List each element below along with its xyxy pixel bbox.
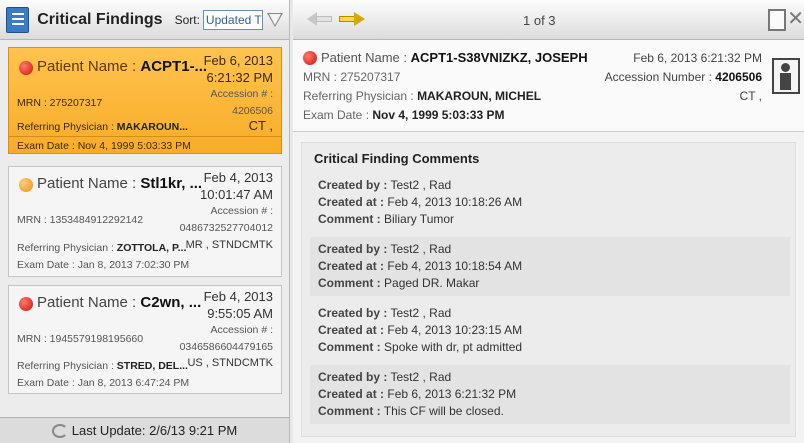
next-arrow-icon[interactable]: [339, 12, 365, 26]
card-modality: US , STNDCMTK: [187, 357, 273, 369]
comment-entry: Created by : Test2 , Rad Created at : Fe…: [310, 365, 790, 424]
comments-title: Critical Finding Comments: [314, 151, 480, 166]
card-datetime: Feb 6, 2013 6:21:32 PM Accession # : 420…: [204, 52, 273, 120]
comment-created-at: Created at : Feb 4, 2013 10:18:54 AM: [318, 259, 523, 273]
critical-status-icon: [19, 61, 33, 75]
card-time: 6:21:32 PM: [206, 70, 274, 85]
card-mrn: MRN : 275207317: [17, 97, 103, 109]
card-date: Feb 4, 2013: [203, 289, 273, 304]
card-datetime: Feb 4, 2013 10:01:47 AM Accession # : 04…: [180, 169, 273, 237]
card-mrn: MRN : 1945579198195660: [17, 333, 144, 345]
last-update-bar: Last Update: 2/6/13 9:21 PM: [0, 417, 289, 443]
card-time: 9:55:05 AM: [207, 306, 273, 321]
patient-accession: Accession Number : 4206506: [604, 70, 762, 84]
critical-status-icon: [19, 297, 33, 311]
comment-created-at: Created at : Feb 4, 2013 10:23:15 AM: [318, 323, 523, 337]
card-exam-date: Exam Date : Jan 8, 2013 6:47:24 PM: [17, 377, 190, 389]
card-patient-name: Patient Name : ACPT1-...: [37, 58, 208, 75]
critical-status-icon: [303, 51, 317, 65]
card-accession-label: Accession # :: [210, 205, 273, 217]
card-exam-date: Exam Date : Jan 8, 2013 7:02:30 PM: [17, 259, 190, 271]
comment-text: Comment : Paged DR. Makar: [318, 276, 480, 290]
card-time: 10:01:47 AM: [200, 187, 273, 202]
comment-entry: Created by : Test2 , Rad Created at : Fe…: [310, 301, 790, 360]
card-datetime: Feb 4, 2013 9:55:05 AM Accession # : 034…: [180, 288, 273, 356]
finding-card[interactable]: Patient Name : C2wn, ... Feb 4, 2013 9:5…: [8, 285, 282, 394]
card-accession: 0346586604479165: [179, 341, 273, 353]
patient-info: Patient Name : ACPT1-S38VNIZKZ, JOSEPH M…: [293, 40, 804, 132]
card-referring: Referring Physician : STRED, DEL...: [17, 360, 188, 372]
card-modality: CT ,: [248, 118, 273, 133]
card-mrn: MRN : 1353484912292142: [17, 214, 144, 226]
card-referring: Referring Physician : ZOTTOLA, P...: [17, 242, 187, 254]
comment-created-by: Created by : Test2 , Rad: [318, 306, 452, 320]
finding-card[interactable]: Patient Name : Stl1kr, ... Feb 4, 2013 1…: [8, 166, 282, 277]
comments-panel: Critical Finding Comments Created by : T…: [301, 142, 796, 437]
comment-created-by: Created by : Test2 , Rad: [318, 370, 452, 384]
close-icon[interactable]: ✕: [787, 6, 804, 31]
card-accession-label: Accession # :: [210, 88, 273, 100]
sort-label: Sort:: [174, 12, 200, 27]
comment-text: Comment : This CF will be closed.: [318, 404, 504, 418]
comment-created-by: Created by : Test2 , Rad: [318, 242, 452, 256]
list-icon: [6, 6, 30, 33]
pager-text: 1 of 3: [523, 13, 556, 28]
patient-exam-date: Exam Date : Nov 4, 1999 5:03:33 PM: [303, 108, 505, 122]
detail-toolbar: 1 of 3 ✕: [293, 0, 804, 40]
finding-detail-pane: 1 of 3 ✕ Patient Name : ACPT1-S38VNIZKZ,…: [293, 0, 804, 443]
card-date: Feb 6, 2013: [203, 53, 273, 68]
comment-text: Comment : Spoke with dr, pt admitted: [318, 340, 523, 354]
patient-name: Patient Name : ACPT1-S38VNIZKZ, JOSEPH: [321, 50, 588, 65]
previous-arrow-icon[interactable]: [307, 12, 333, 26]
patient-datetime: Feb 6, 2013 6:21:32 PM: [633, 51, 762, 65]
patient-mrn: MRN : 275207317: [303, 70, 401, 84]
last-update-text: Last Update: 2/6/13 9:21 PM: [71, 423, 238, 438]
comment-created-by: Created by : Test2 , Rad: [318, 178, 452, 192]
comment-entry: Created by : Test2 , Rad Created at : Fe…: [310, 173, 790, 232]
patient-modality: CT ,: [739, 89, 762, 103]
card-accession: 0486732527704012: [179, 222, 273, 234]
sort-select[interactable]: Updated T: [202, 9, 263, 30]
card-patient-name: Patient Name : Stl1kr, ...: [37, 175, 203, 192]
refresh-icon[interactable]: [51, 423, 68, 438]
sort-order-icon[interactable]: [267, 12, 283, 27]
card-exam-date: Exam Date : Nov 4, 1999 5:03:33 PM: [17, 140, 191, 152]
comment-created-at: Created at : Feb 6, 2013 6:21:32 PM: [318, 387, 517, 401]
comment-created-at: Created at : Feb 4, 2013 10:18:26 AM: [318, 195, 523, 209]
card-accession-label: Accession # :: [210, 324, 273, 336]
card-referring: Referring Physician : MAKAROUN...: [17, 121, 188, 133]
card-patient-name: Patient Name : C2wn, ...: [37, 294, 202, 311]
person-icon[interactable]: [772, 58, 800, 94]
findings-list-pane: Critical Findings Sort: Updated T Patien…: [0, 0, 290, 443]
list-title: Critical Findings: [37, 10, 163, 28]
card-modality: MR , STNDCMTK: [185, 239, 273, 251]
comment-entry: Created by : Test2 , Rad Created at : Fe…: [310, 237, 790, 296]
patient-referring: Referring Physician : MAKAROUN, MICHEL: [303, 89, 542, 103]
note-icon[interactable]: [768, 9, 786, 31]
warning-status-icon: [19, 178, 33, 192]
card-date: Feb 4, 2013: [203, 170, 273, 185]
comment-text: Comment : Biliary Tumor: [318, 212, 455, 226]
divider: [9, 136, 281, 137]
list-header: Critical Findings Sort: Updated T: [0, 0, 289, 40]
finding-card[interactable]: Patient Name : ACPT1-... Feb 6, 2013 6:2…: [8, 47, 282, 154]
